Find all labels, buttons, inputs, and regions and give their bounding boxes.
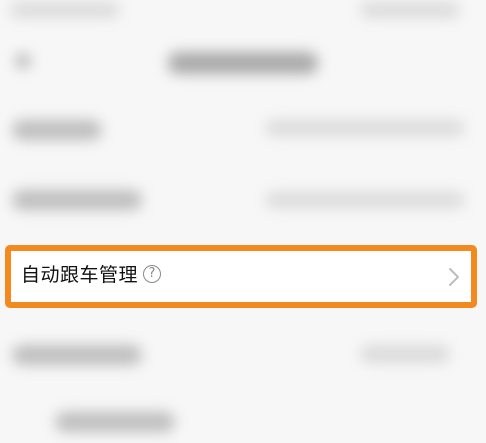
row-label: 自动跟车管理 [21, 264, 139, 286]
help-icon[interactable]: ? [143, 265, 161, 283]
auto-follow-management-row[interactable]: 自动跟车管理 ? [5, 245, 477, 308]
blurred-background [0, 0, 486, 443]
chevron-right-icon [449, 268, 459, 286]
